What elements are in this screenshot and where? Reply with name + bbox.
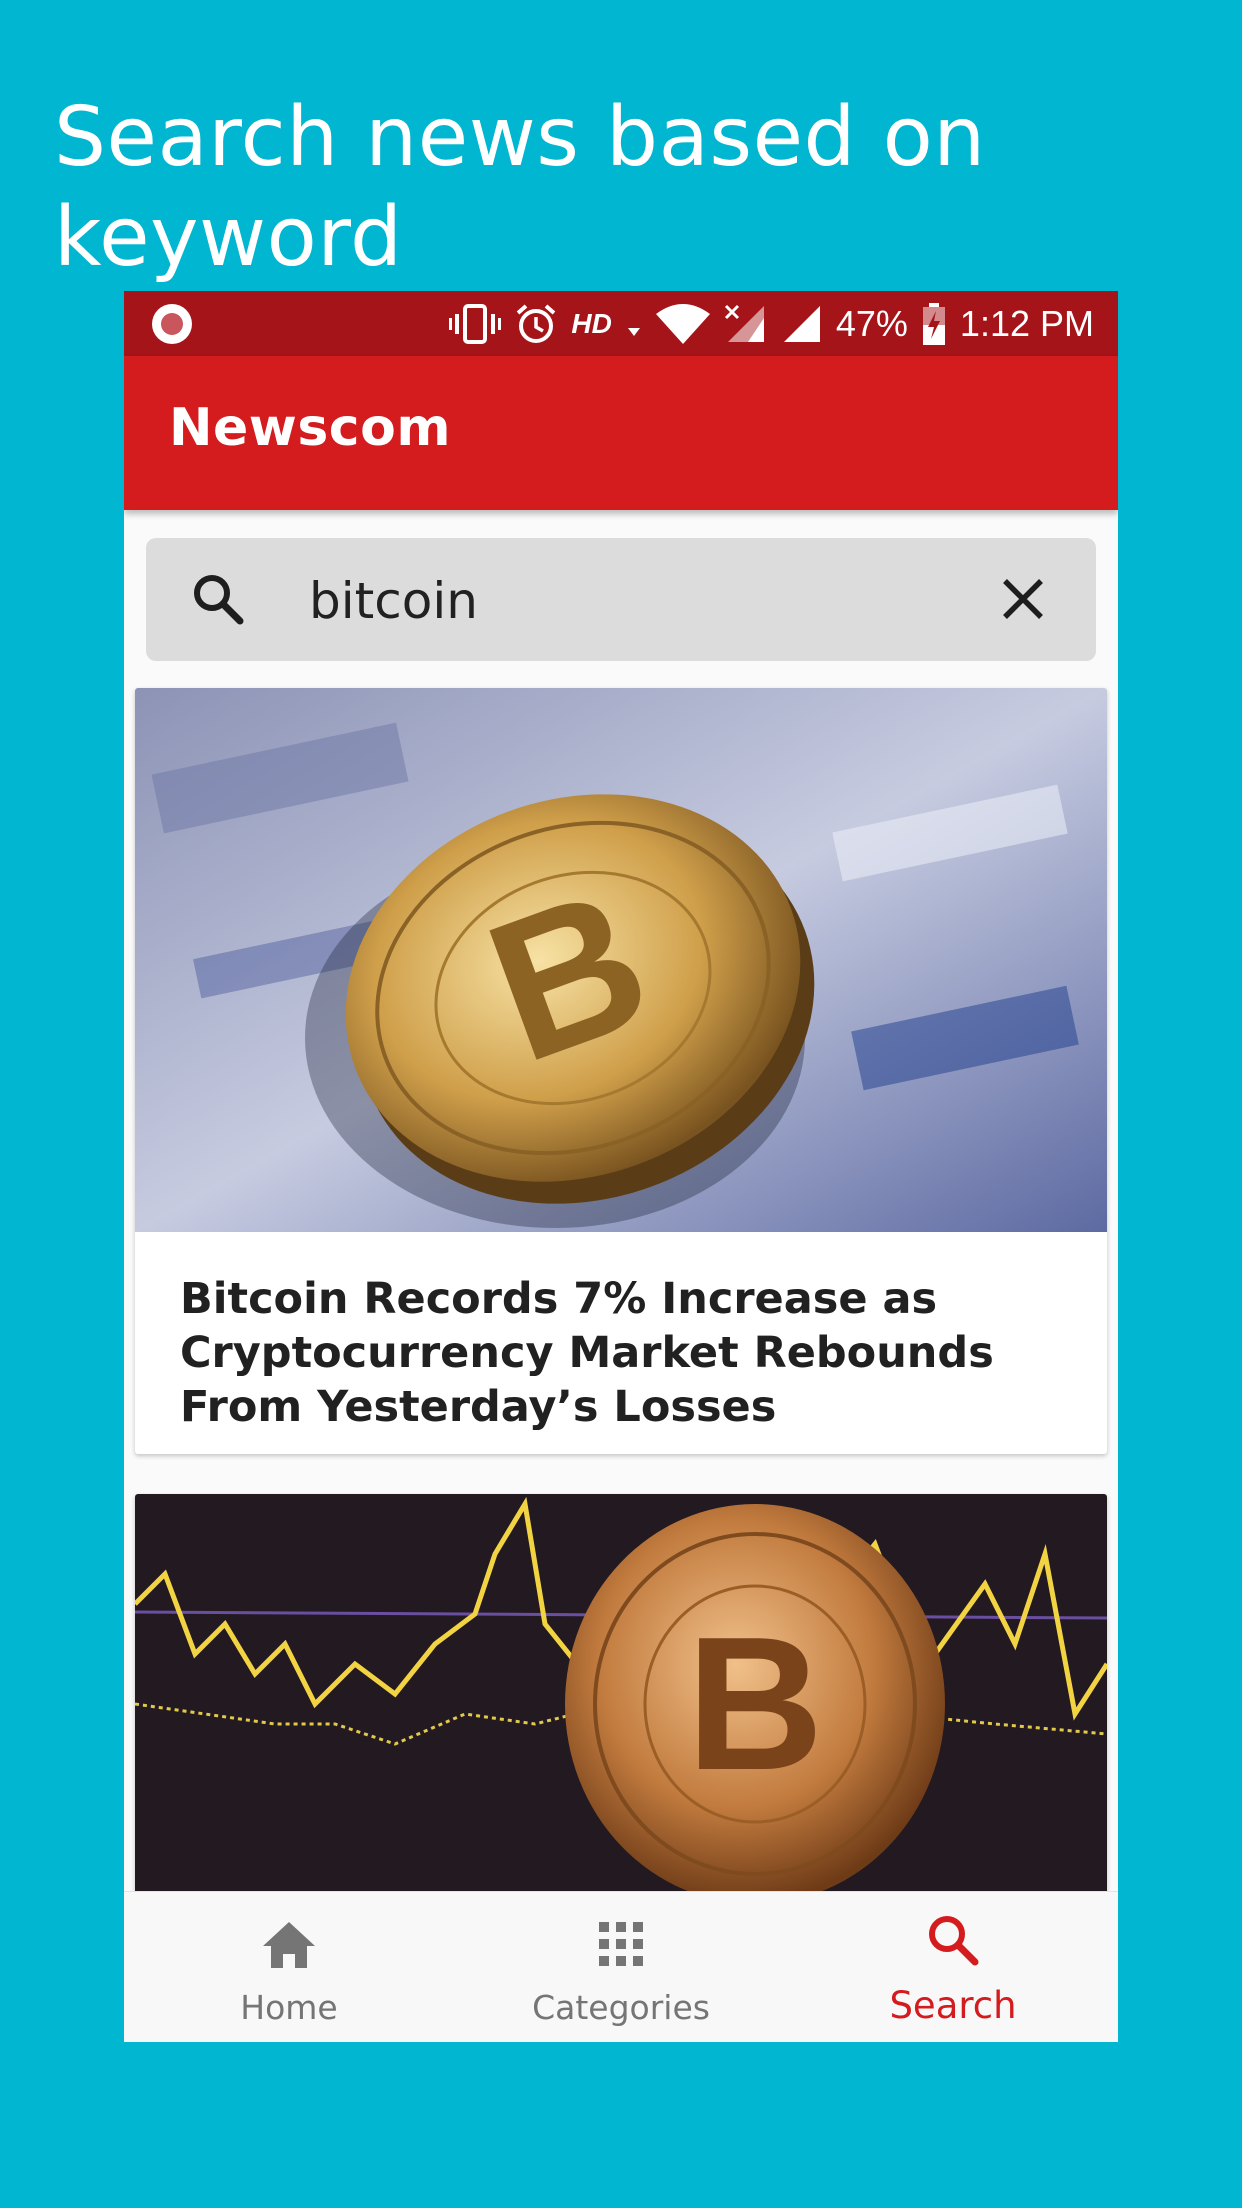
news-headline[interactable]: Bitcoin Records 7% Increase as Cryptocur… [180,1272,1070,1434]
alarm-icon [517,303,556,343]
clear-search-icon[interactable] [1000,576,1046,627]
svg-text:B: B [686,1598,823,1810]
nav-search[interactable]: Search [788,1892,1118,2042]
home-icon [263,1922,315,1968]
search-icon [929,1916,979,1966]
bitcoin-chart-image: B [135,1494,1107,1914]
signal-icon [783,305,820,342]
status-icons: HD 47% 1:12 PM [449,291,1094,356]
battery-percent: 47% [835,302,908,344]
app-bar: Newscom [124,356,1118,510]
phone-screen: HD 47% 1:12 PM Newscom bitcoin B Bitcoin… [124,291,1118,2042]
no-signal-icon [724,304,764,342]
battery-charging-icon [922,302,945,345]
grid-icon [599,1922,643,1966]
nav-home-label: Home [240,1988,338,2027]
status-time: 1:12 PM [959,302,1094,344]
wifi-icon [655,303,710,344]
app-title: Newscom [169,398,452,458]
search-input[interactable]: bitcoin [309,572,478,630]
news-card[interactable]: B Bitcoin Records 7% Increase as Cryptoc… [135,688,1107,1454]
data-arrow-icon [627,327,640,336]
bottom-navigation: Home Categories Search [124,1891,1118,2042]
news-card[interactable]: B [135,1494,1107,1914]
vibrate-icon [449,303,502,344]
network-type-label: HD [571,307,612,339]
nav-categories[interactable]: Categories [456,1892,786,2042]
search-icon [192,573,244,630]
nav-categories-label: Categories [532,1988,710,2027]
search-bar[interactable]: bitcoin [146,538,1096,661]
bitcoin-coin-image: B [135,688,1107,1232]
nav-home[interactable]: Home [124,1892,454,2042]
screen-record-icon [152,304,192,344]
promo-title: Search news based on keyword [54,90,986,285]
nav-search-label: Search [889,1984,1017,2027]
status-bar: HD 47% 1:12 PM [124,291,1118,356]
